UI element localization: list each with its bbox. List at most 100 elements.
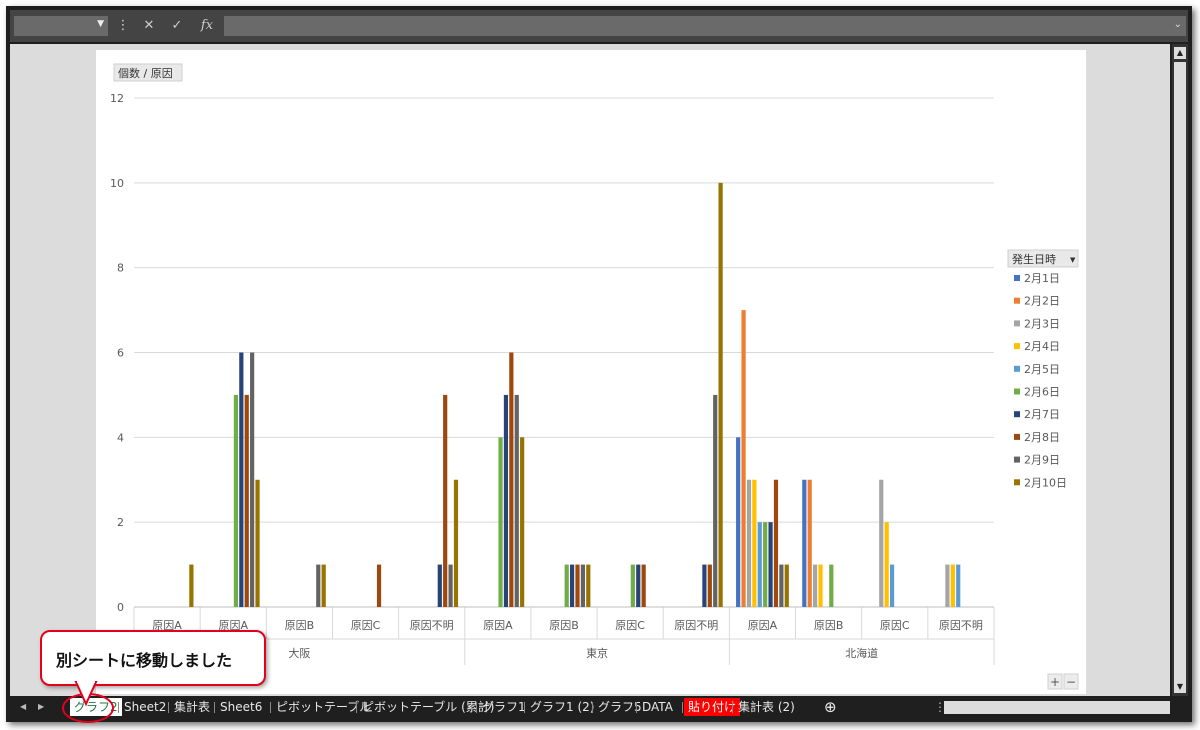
bar [189,564,194,607]
y-tick-label: 6 [117,347,124,360]
insert-function-button[interactable]: fx [196,16,218,36]
add-sheet-button[interactable]: ⊕ [820,698,841,716]
sheet-tab[interactable]: Sheet2 [120,698,170,716]
bar [741,310,746,607]
scrollbar-thumb[interactable] [1174,62,1186,682]
bar [746,479,752,607]
legend-swatch [1014,411,1020,418]
legend-entry: 2月9日 [1024,454,1060,467]
category-label: 原因A [483,619,513,632]
formula-input[interactable]: ⌄ [224,16,1186,36]
tab-separator [524,702,525,713]
bar [448,564,453,607]
category-label: 原因不明 [939,619,983,632]
group-label: 北海道 [845,646,878,660]
horizontal-scrollbar[interactable] [944,701,1170,714]
scroll-down-icon[interactable]: ▼ [1174,681,1186,693]
bar [718,182,723,608]
legend-entry: 2月10日 [1024,476,1067,489]
bar [250,352,255,607]
tab-separator [732,702,733,713]
gridlines [134,97,994,608]
bar [829,564,834,607]
bar [586,564,591,607]
bar [580,564,585,607]
group-label: 大阪 [288,646,310,660]
bar [575,564,580,607]
bar [779,564,784,607]
bar [514,394,519,607]
category-label: 原因不明 [674,619,718,632]
legend-entry: 2月8日 [1024,431,1060,444]
cancel-button[interactable]: ✕ [138,16,160,36]
legend-entry: 2月1日 [1024,272,1060,285]
tab-separator [168,702,169,713]
bar [376,564,382,607]
bar [763,522,768,607]
scroll-up-icon[interactable]: ▲ [1174,47,1186,59]
legend-swatch [1014,297,1020,304]
category-label: 原因C [615,619,645,632]
enter-button[interactable]: ✓ [166,16,188,36]
value-field-label: 個数 / 原因 [118,67,173,80]
callout-text: 別シートに移動しました [56,651,233,670]
tab-separator [214,702,215,713]
legend-entry: 2月7日 [1024,408,1060,421]
bar [453,479,459,607]
bar [233,394,239,607]
sheet-tab[interactable]: グラフ1 [478,698,530,716]
bar [736,437,741,607]
bar [945,564,950,607]
category-label: 原因C [351,619,381,632]
bar [707,564,712,607]
legend-dropdown-icon: ▼ [1070,256,1076,264]
bar [564,564,569,607]
y-tick-label: 4 [117,431,124,444]
category-label: 原因C [880,619,910,632]
expand-formula-bar-icon[interactable]: ⌄ [1174,19,1182,30]
bar [437,564,442,607]
bar [520,437,525,607]
bar [879,479,884,607]
sheet-tab[interactable]: DATA [638,698,677,716]
bar [503,394,509,607]
bar [509,352,514,607]
tab-scroll-right-icon[interactable]: ▶ [34,698,48,716]
pivot-chart[interactable]: 0 2 4 6 8 10 12 原因A 原因A 原因B 原因C 原因不明 原因A 原因B 原因C 原因不明 原因… [96,50,1086,694]
chart-canvas: 024681012原因A 原因A 原因B 原因C 原因不明 原因A 原因B 原因C 原因不明 原因… [110,63,1079,690]
y-tick-label: 10 [110,177,124,190]
bar [807,479,812,607]
category-label: 原因不明 [410,619,454,632]
bar [244,394,249,607]
excel-window: ▼ ⋮ ✕ ✓ fx ⌄ 0 2 4 6 8 10 12 原因A 原因A 原因B 原因C 原因不明 原因… [6,6,1192,722]
vertical-scrollbar[interactable]: ▲ ▼ [1172,44,1188,696]
name-box[interactable]: ▼ [14,16,108,36]
sheet-tab-bar: ◀ ▶ グラフ2 Sheet2 集計表 Sheet6 ピボットテーブル ピボットテーブル (累… [10,698,1188,718]
group-label: 東京 [586,646,608,660]
category-label: 原因B [814,619,844,632]
sheet-tab[interactable]: グラフ1 (2) [526,698,598,716]
sheet-tab[interactable]: 集計表 (2) [734,698,799,716]
formula-bar: ▼ ⋮ ✕ ✓ fx ⌄ [10,10,1188,42]
legend-swatch [1014,456,1020,463]
bar [702,564,707,607]
tab-separator [356,702,357,713]
bar [818,564,823,607]
formula-bar-options-icon[interactable]: ⋮ [112,16,134,36]
legend-swatch [1014,433,1020,440]
tab-separator [636,702,637,713]
bar [255,479,260,607]
bar [641,564,646,607]
legend-swatch [1014,343,1020,350]
sheet-tab[interactable]: 集計表 [170,698,214,716]
name-box-dropdown-icon[interactable]: ▼ [97,19,104,29]
sheet-tab[interactable]: Sheet6 [216,698,266,716]
category-label: 原因A [748,619,778,632]
bar [752,479,757,607]
legend-swatch [1014,479,1020,486]
tab-scroll-left-icon[interactable]: ◀ [16,698,30,716]
legend-entry: 2月2日 [1024,295,1060,308]
bar [630,564,635,607]
bar [768,522,773,607]
legend: 2月1日 2月2日 2月3日 2月4日 2月5日 2月6日 2月7日 2月8日 2月9日 2月10… [1014,272,1067,489]
